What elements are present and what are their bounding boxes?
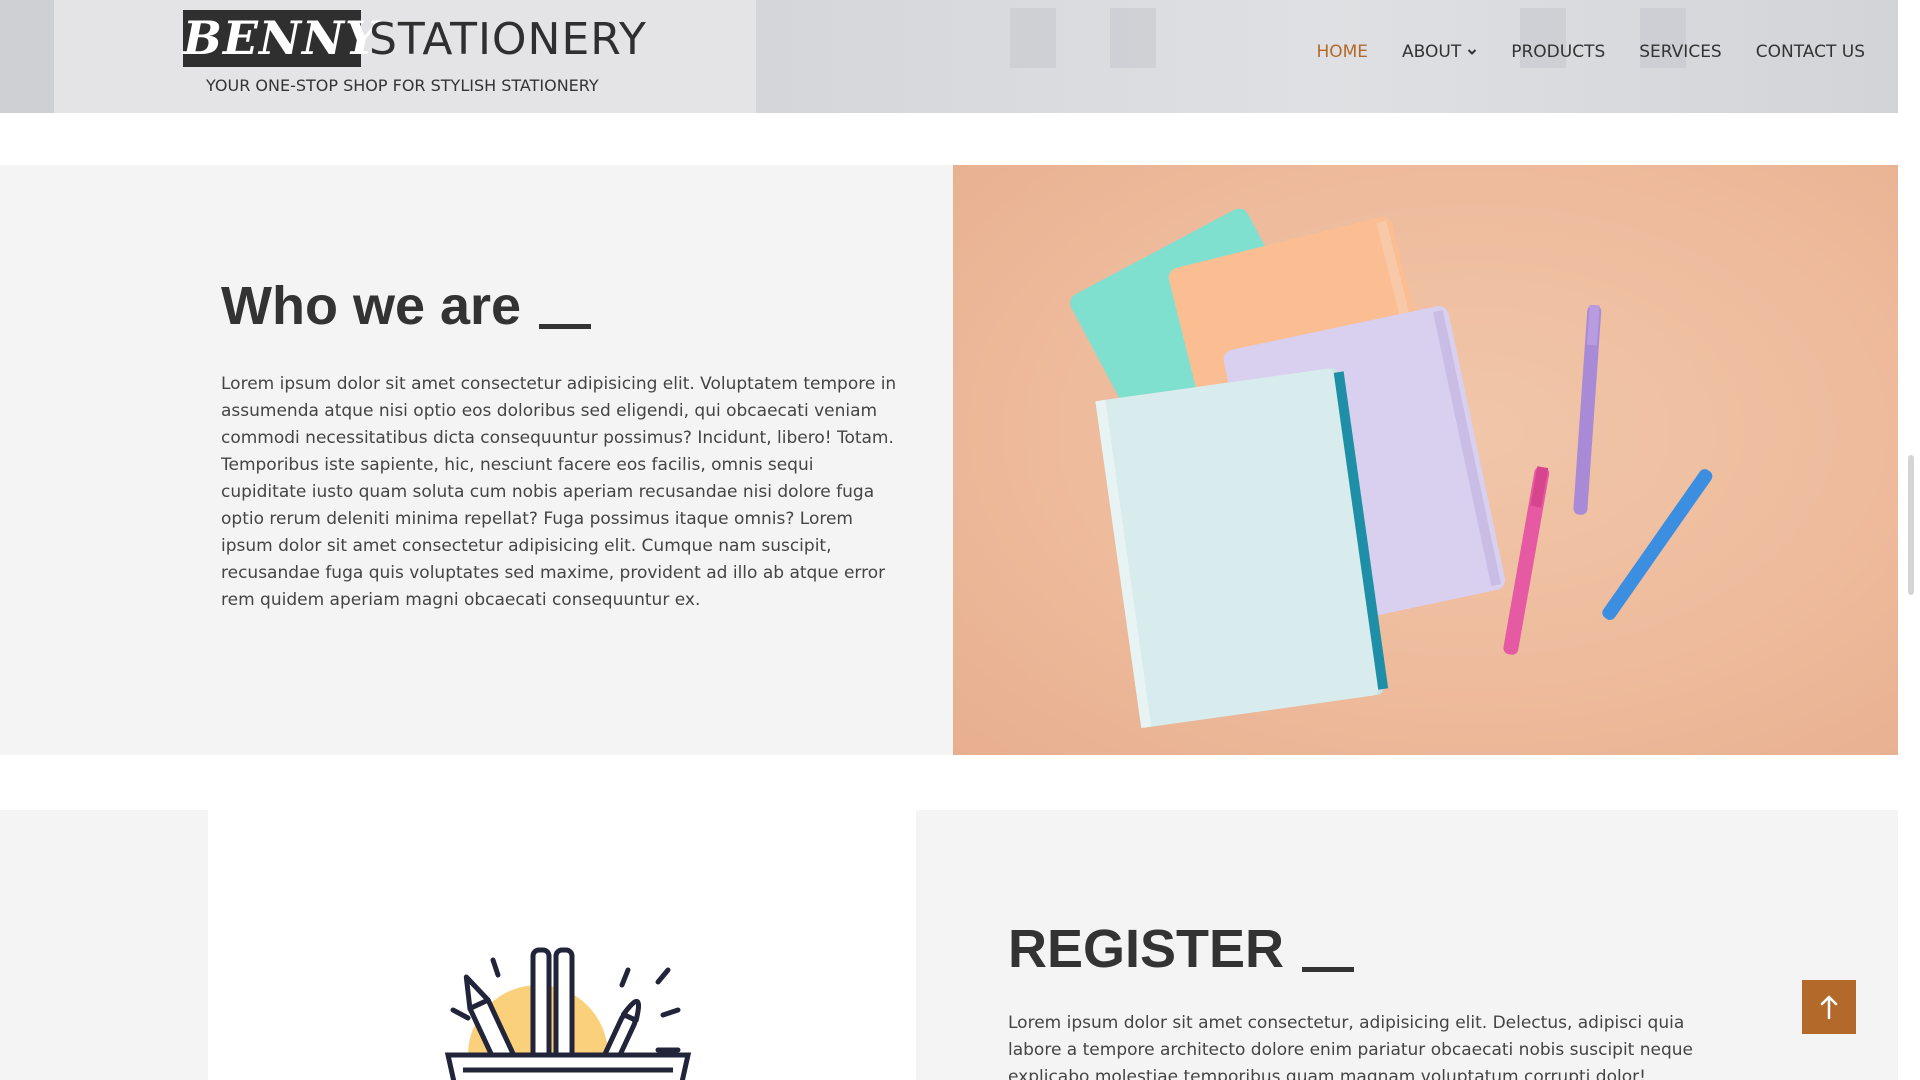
arrow-up-icon [1820, 995, 1838, 1020]
register-content: REGISTER Lorem ipsum dolor sit amet cons… [1008, 918, 1708, 1080]
title-underline-decoration [1302, 967, 1355, 972]
who-we-are-section: Who we are Lorem ipsum dolor sit amet co… [0, 165, 1898, 755]
who-we-are-text: Lorem ipsum dolor sit amet consectetur a… [221, 374, 897, 610]
main-navigation: HOME ABOUT PRODUCTS SERVICES CONTACT US [1316, 42, 1865, 62]
register-section: REGISTER Lorem ipsum dolor sit amet cons… [916, 810, 1898, 1080]
who-we-are-content: Who we are Lorem ipsum dolor sit amet co… [221, 275, 901, 614]
logo-wordmark: STATIONERY [369, 14, 647, 65]
nav-products[interactable]: PRODUCTS [1511, 42, 1605, 62]
chevron-down-icon [1468, 49, 1477, 55]
lower-left-background [0, 810, 208, 1080]
notebooks-photo [953, 165, 1898, 755]
notebooks-illustration [1070, 208, 1713, 729]
background-window [1110, 8, 1156, 68]
header-background-left [0, 0, 54, 113]
stationery-cup-icon [444, 947, 692, 1080]
site-header: BENNY STATIONERY YOUR ONE-STOP SHOP FOR … [0, 0, 1898, 113]
scrollbar-thumb[interactable] [1908, 455, 1914, 595]
nav-about[interactable]: ABOUT [1402, 42, 1477, 62]
stationery-icon-panel [208, 810, 916, 1080]
register-heading: REGISTER [1008, 918, 1708, 980]
logo-mark: BENNY [183, 10, 379, 67]
page-scrollbar[interactable] [1898, 0, 1920, 1080]
who-we-are-heading: Who we are [221, 275, 901, 337]
title-underline-decoration [539, 324, 592, 329]
register-text: Lorem ipsum dolor sit amet consectetur, … [1008, 1013, 1694, 1080]
nav-contact-us[interactable]: CONTACT US [1756, 42, 1865, 62]
logo-tagline: YOUR ONE-STOP SHOP FOR STYLISH STATIONER… [206, 76, 599, 95]
background-window [1010, 8, 1056, 68]
nav-services[interactable]: SERVICES [1639, 42, 1721, 62]
nav-home[interactable]: HOME [1316, 42, 1368, 62]
scroll-to-top-button[interactable] [1802, 980, 1856, 1034]
